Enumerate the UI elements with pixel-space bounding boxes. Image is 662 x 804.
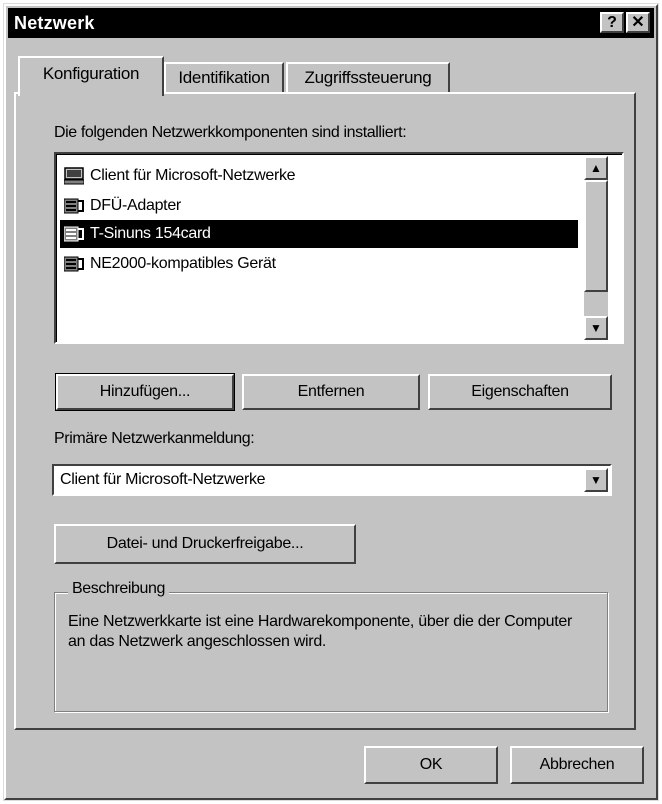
title-bar[interactable]: Netzwerk ? ✕ — [8, 8, 654, 38]
add-button[interactable]: Hinzufügen... — [56, 374, 234, 410]
help-icon: ? — [607, 14, 617, 31]
remove-button[interactable]: Entfernen — [242, 374, 420, 410]
scroll-up-button[interactable]: ▲ — [584, 156, 608, 180]
tab-konfiguration[interactable]: Konfiguration — [18, 56, 164, 96]
tab-label: Zugriffssteuerung — [304, 68, 432, 87]
add-button-label: Hinzufügen... — [99, 383, 191, 400]
description-group — [54, 592, 608, 712]
list-item-label: T-Sinuns 154card — [90, 225, 211, 242]
components-label: Die folgenden Netzwerkkomponenten sind i… — [54, 124, 407, 141]
description-legend: Beschreibung — [68, 580, 170, 598]
arrow-up-icon: ▲ — [590, 161, 602, 175]
list-item-selected[interactable]: T-Sinuns 154card — [60, 220, 578, 248]
close-button[interactable]: ✕ — [626, 12, 650, 33]
window-title: Netzwerk — [14, 13, 95, 33]
list-item-label: Client für Microsoft-Netzwerke — [90, 167, 296, 184]
file-print-sharing-label: Datei- und Druckerfreigabe... — [106, 535, 304, 552]
network-adapter-icon — [64, 256, 84, 272]
primary-logon-value: Client für Microsoft-Netzwerke — [60, 471, 266, 488]
network-client-icon — [64, 167, 84, 185]
properties-button[interactable]: Eigenschaften — [428, 374, 612, 410]
list-item-label: DFÜ-Adapter — [90, 197, 181, 214]
list-item[interactable]: NE2000-kompatibles Gerät — [60, 250, 578, 278]
scroll-thumb[interactable] — [584, 180, 608, 292]
dropdown-button[interactable]: ▼ — [584, 468, 608, 492]
primary-logon-select[interactable]: Client für Microsoft-Netzwerke ▼ — [52, 464, 612, 496]
chevron-down-icon: ▼ — [590, 473, 602, 487]
cancel-button-label: Abbrechen — [539, 756, 615, 773]
arrow-down-icon: ▼ — [590, 321, 602, 335]
help-button[interactable]: ? — [600, 12, 624, 33]
ok-button[interactable]: OK — [364, 746, 498, 784]
network-adapter-icon — [64, 198, 84, 214]
close-icon: ✕ — [631, 14, 645, 31]
description-text: Eine Netzwerkkarte ist eine Hardwarekomp… — [68, 613, 573, 650]
list-scrollbar[interactable]: ▲ ▼ — [584, 156, 608, 340]
list-item[interactable]: Client für Microsoft-Netzwerke — [60, 162, 578, 190]
ok-button-label: OK — [419, 756, 443, 773]
primary-logon-label: Primäre Netzwerkanmeldung: — [54, 430, 255, 447]
properties-button-label: Eigenschaften — [471, 383, 569, 400]
file-print-sharing-button[interactable]: Datei- und Druckerfreigabe... — [54, 524, 356, 564]
tab-label: Konfiguration — [42, 64, 140, 83]
list-item[interactable]: DFÜ-Adapter — [60, 192, 578, 220]
remove-button-label: Entfernen — [297, 383, 365, 400]
components-list[interactable]: Client für Microsoft-Netzwerke DFÜ-Adapt… — [54, 152, 624, 344]
list-item-label: NE2000-kompatibles Gerät — [90, 255, 276, 272]
tab-identifikation[interactable]: Identifikation — [164, 62, 284, 92]
tab-zugriffssteuerung[interactable]: Zugriffssteuerung — [286, 62, 450, 92]
tab-label: Identifikation — [178, 68, 270, 87]
network-adapter-icon — [64, 226, 84, 242]
cancel-button[interactable]: Abbrechen — [510, 746, 644, 784]
scroll-down-button[interactable]: ▼ — [584, 316, 608, 340]
